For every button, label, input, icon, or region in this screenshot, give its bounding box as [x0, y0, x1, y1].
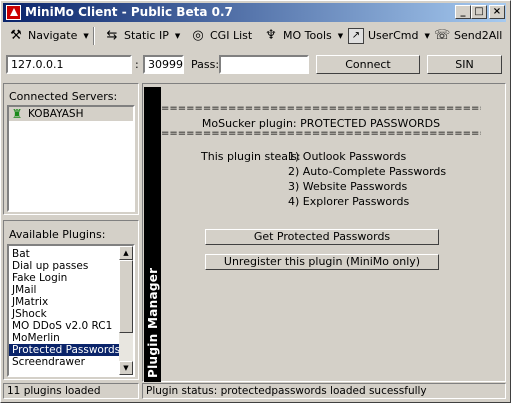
plugins-label: Available Plugins: [9, 228, 106, 241]
heading-rule-bottom: ========================================… [161, 129, 481, 139]
app-icon [6, 5, 21, 20]
get-passwords-button[interactable]: Get Protected Passwords [205, 229, 439, 245]
static-ip-label: Static IP [124, 29, 169, 42]
heading-rule-top: ========================================… [161, 104, 481, 114]
server-name: KOBAYASH [28, 108, 84, 120]
cgi-list-label: CGI List [210, 29, 253, 42]
plugin-item[interactable]: Bat [9, 248, 119, 260]
caret-down-icon: ▼ [174, 31, 181, 40]
steal-item: 4) Explorer Passwords [288, 195, 410, 208]
plugins-list[interactable]: Bat Dial up passes Fake Login JMail JMat… [7, 244, 135, 377]
steal-item: 2) Auto-Complete Passwords [288, 165, 447, 178]
mo-tools-label: MO Tools [283, 29, 332, 42]
plugin-manager-label: Plugin Manager [145, 267, 160, 378]
navigate-menu[interactable]: ⚒ Navigate ▼ [8, 25, 89, 46]
plugin-item[interactable]: MoMerlin [9, 332, 119, 344]
mo-tools-menu[interactable]: ♆ MO Tools ▼ [263, 25, 343, 46]
plugin-item[interactable]: Fake Login [9, 272, 119, 284]
plugin-manager-tab: Plugin Manager [144, 87, 161, 382]
plugin-item[interactable]: MO DDoS v2.0 RC1 [9, 320, 119, 332]
plugin-item[interactable]: JMail [9, 284, 119, 296]
tools-icon: ⚒ [10, 27, 22, 43]
plugin-item[interactable]: Screendrawer [9, 356, 119, 368]
send2all-button[interactable]: ☏ Send2All [434, 25, 502, 46]
status-plugin-message: Plugin status: protectedpasswords loaded… [142, 383, 506, 399]
port-input[interactable]: 30999 [143, 55, 184, 74]
plugin-item[interactable]: JShock [9, 308, 119, 320]
pass-label: Pass: [191, 58, 220, 71]
scroll-thumb[interactable] [119, 260, 133, 333]
title-bar[interactable]: MiniMo Client - Public Beta 0.7 _ □ × [3, 3, 506, 22]
plugins-scrollbar[interactable]: ▲ ▼ [119, 246, 133, 375]
send2all-label: Send2All [454, 29, 503, 42]
usercmd-menu[interactable]: ↗ UserCmd ▼ [348, 25, 430, 46]
pass-input[interactable] [219, 55, 309, 74]
plugin-item[interactable]: Dial up passes [9, 260, 119, 272]
navigate-label: Navigate [28, 29, 78, 42]
steal-item: 3) Website Passwords [288, 180, 408, 193]
steals-label: This plugin steals: [201, 150, 301, 163]
unregister-plugin-button[interactable]: Unregister this plugin (MiniMo only) [205, 254, 439, 270]
broadcast-icon: ☏ [434, 27, 451, 43]
steal-item: 1) Outlook Passwords [288, 150, 407, 163]
port-separator: : [135, 58, 139, 71]
caret-down-icon: ▼ [424, 31, 430, 40]
caret-down-icon: ▼ [83, 31, 89, 40]
static-ip-menu[interactable]: ⇆ Static IP ▼ [104, 25, 181, 46]
minimize-button[interactable]: _ [455, 5, 471, 19]
server-icon: ♜ [11, 107, 23, 121]
usercmd-label: UserCmd [368, 29, 419, 42]
scroll-up-icon[interactable]: ▲ [119, 246, 133, 260]
server-item[interactable]: ♜ KOBAYASH [9, 107, 133, 121]
servers-list[interactable]: ♜ KOBAYASH [7, 105, 135, 212]
window-title: MiniMo Client - Public Beta 0.7 [25, 5, 233, 19]
status-plugins-count: 11 plugins loaded [3, 383, 139, 399]
maximize-button[interactable]: □ [471, 5, 487, 19]
close-button[interactable]: × [489, 5, 505, 19]
network-icon: ⇆ [106, 27, 118, 43]
scroll-down-icon[interactable]: ▼ [119, 361, 133, 375]
cgi-list-button[interactable]: ◎ CGI List [190, 25, 252, 46]
toolbar-separator [93, 27, 95, 45]
globe-icon: ◎ [192, 27, 204, 43]
caret-down-icon: ▼ [337, 31, 344, 40]
servers-label: Connected Servers: [9, 90, 118, 103]
plugin-item-selected[interactable]: Protected Passwords [9, 344, 120, 356]
connect-button[interactable]: Connect [316, 55, 420, 74]
command-icon: ↗ [348, 27, 364, 44]
host-input[interactable]: 127.0.0.1 [6, 55, 132, 74]
wrench-icon: ♆ [265, 27, 277, 43]
sin-button[interactable]: SIN [427, 55, 502, 74]
plugin-item[interactable]: JMatrix [9, 296, 119, 308]
